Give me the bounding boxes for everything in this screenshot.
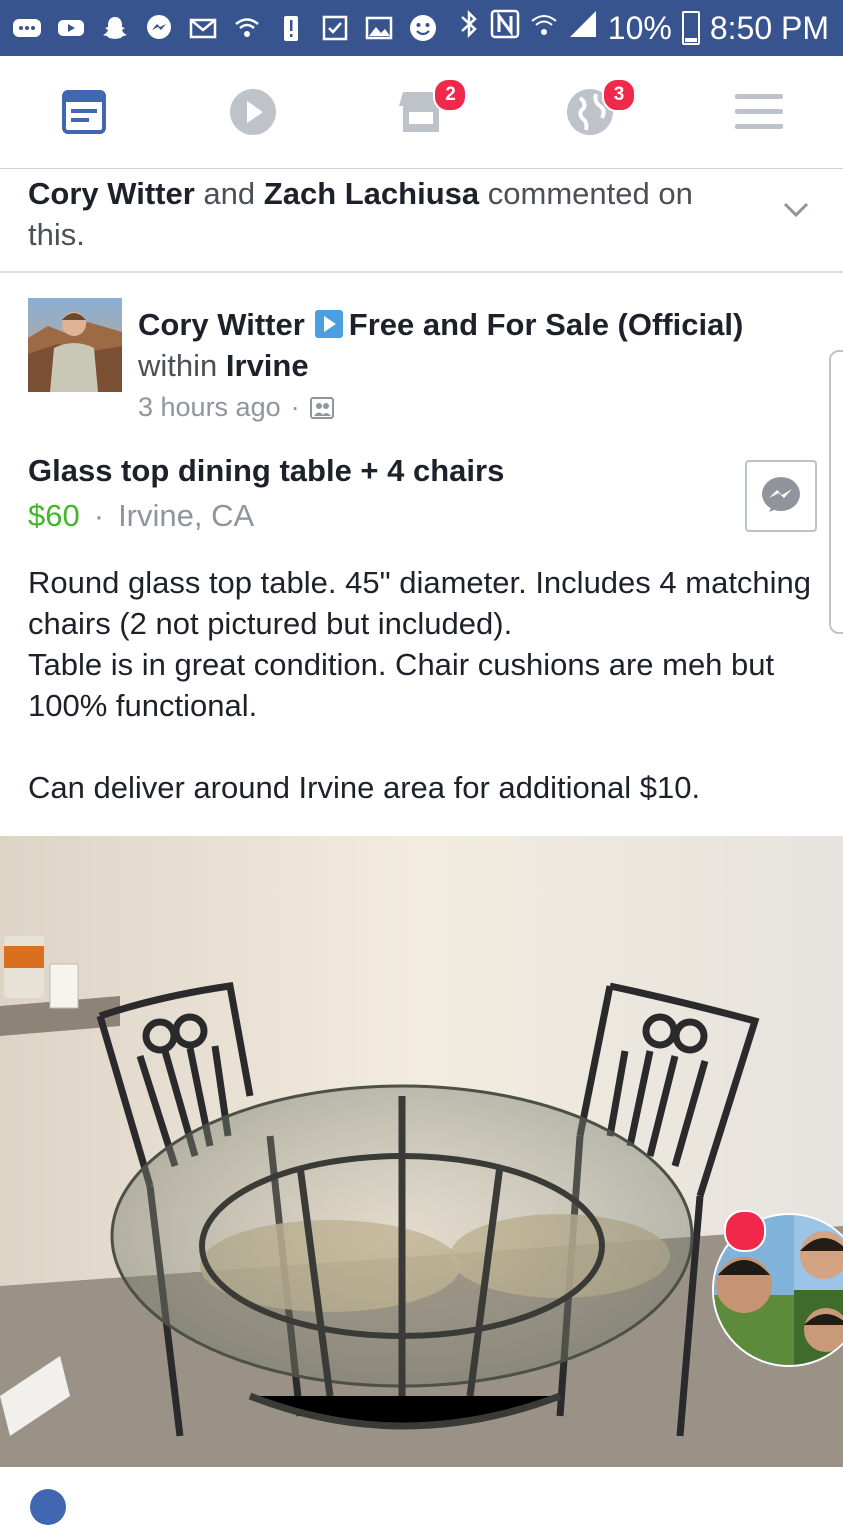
notifications-badge: 3	[602, 78, 637, 112]
signal-icon	[568, 9, 598, 47]
gallery-icon	[364, 13, 394, 43]
activity-text: Cory Witter and Zach Lachiusa commented …	[28, 173, 728, 255]
wifi-icon	[530, 10, 558, 47]
next-post-edge	[0, 1467, 843, 1525]
message-seller-button[interactable]	[745, 460, 817, 532]
post-meta: 3 hours ago ·	[138, 392, 334, 423]
author-name[interactable]: Cory Witter	[138, 307, 305, 342]
alert-icon	[276, 13, 306, 43]
listing-location: Irvine, CA	[118, 498, 255, 533]
tab-notifications[interactable]: 3	[506, 56, 675, 168]
meta-separator: ·	[290, 392, 300, 422]
chevron-down-icon[interactable]	[783, 201, 809, 219]
marketplace-badge: 2	[433, 78, 468, 112]
listing-description: Round glass top table. 45" diameter. Inc…	[28, 565, 812, 805]
play-icon	[229, 89, 276, 135]
battery-percent: 10%	[607, 9, 672, 46]
wifi-call-icon	[232, 13, 262, 43]
scroll-indicator	[829, 350, 843, 634]
top-nav-bar: 2 3	[0, 56, 843, 169]
activity-user-2[interactable]: Zach Lachiusa	[264, 176, 479, 211]
listing-photo[interactable]	[0, 836, 843, 1467]
listing-price: $60	[28, 498, 80, 533]
activity-user-1[interactable]: Cory Witter	[28, 176, 195, 211]
within-place[interactable]: Irvine	[226, 348, 309, 383]
messenger-icon	[144, 13, 174, 43]
tab-watch[interactable]	[169, 56, 338, 168]
activity-connector: and	[203, 176, 256, 211]
tab-menu[interactable]	[674, 56, 843, 168]
smiley-icon	[408, 13, 438, 43]
group-name[interactable]: Free and For Sale (Official)	[349, 307, 743, 342]
listing-title: Glass top dining table + 4 chairs	[28, 453, 505, 488]
status-bar: 10% 8:50 PM	[0, 0, 843, 56]
task-icon	[320, 13, 350, 43]
tab-marketplace[interactable]: 2	[337, 56, 506, 168]
gmail-icon	[188, 13, 218, 43]
tab-news-feed[interactable]	[0, 56, 169, 168]
activity-header: Cory Witter and Zach Lachiusa commented …	[0, 169, 843, 273]
hamburger-menu-icon	[734, 94, 783, 129]
right-arrow-icon	[314, 310, 343, 338]
news-feed-icon	[62, 90, 107, 134]
snapchat-icon	[100, 13, 130, 43]
post-header: Cory Witter Free and For Sale (Official) …	[138, 304, 818, 386]
system-status: 10% 8:50 PM	[458, 8, 843, 48]
messenger-icon	[762, 477, 800, 512]
author-avatar[interactable]	[28, 298, 122, 392]
youtube-icon	[56, 13, 86, 43]
post-time[interactable]: 3 hours ago	[138, 392, 281, 423]
bluetooth-icon	[458, 8, 480, 48]
price-separator: ·	[93, 498, 105, 533]
group-privacy-icon	[309, 396, 334, 419]
clock: 8:50 PM	[709, 9, 829, 46]
chat-head-badge	[724, 1210, 766, 1252]
listing-price-row: $60 · Irvine, CA	[28, 498, 254, 534]
within-label: within	[138, 348, 218, 383]
battery-icon	[681, 11, 700, 45]
more-icon	[12, 13, 42, 43]
notification-icons	[0, 13, 438, 43]
nfc-icon	[490, 9, 520, 47]
next-post-avatar	[30, 1489, 66, 1525]
